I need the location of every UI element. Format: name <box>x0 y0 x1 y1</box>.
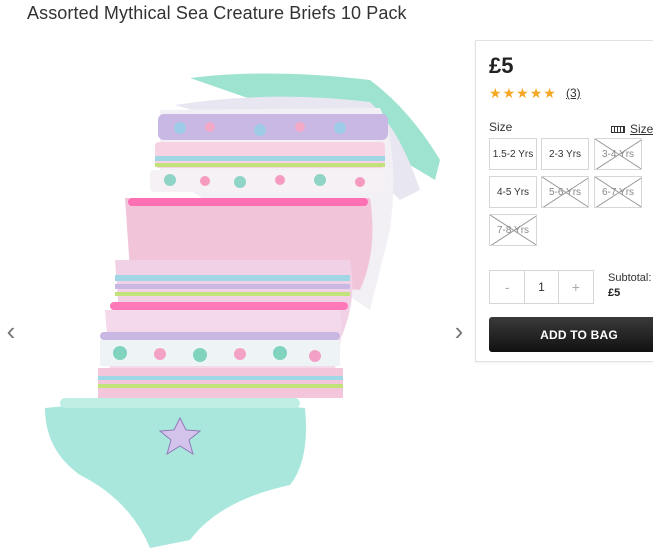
add-to-bag-button[interactable]: ADD TO BAG <box>489 317 653 352</box>
size-label: Size <box>489 120 513 134</box>
quantity-input[interactable]: 1 <box>524 271 559 303</box>
purchase-panel: £5 ★ ★ ★ ★ ★ (3) Size Size 1.5-2 Yrs 2-3… <box>475 40 653 362</box>
rating-stars: ★ ★ ★ ★ ★ <box>489 86 556 100</box>
increase-quantity-button[interactable]: + <box>559 271 593 303</box>
decrease-quantity-button[interactable]: - <box>490 271 524 303</box>
product-price: £5 <box>489 53 514 78</box>
size-option[interactable]: 1.5-2 Yrs <box>489 138 537 170</box>
product-title: Assorted Mythical Sea Creature Briefs 10… <box>27 3 407 23</box>
rating-count-link[interactable]: (3) <box>566 86 581 100</box>
subtotal-value: £5 <box>608 287 621 299</box>
chevron-left-icon[interactable]: ‹ <box>2 316 20 346</box>
size-option-unavailable: 6-7 Yrs <box>594 176 642 208</box>
size-guide-link[interactable]: Size <box>611 122 653 136</box>
product-image <box>45 73 440 548</box>
quantity-stepper: - 1 + <box>489 270 594 304</box>
size-option-unavailable: 7-8 Yrs <box>489 214 537 246</box>
subtotal-label: Subtotal: <box>608 272 652 284</box>
size-option[interactable]: 2-3 Yrs <box>541 138 589 170</box>
chevron-right-icon[interactable]: › <box>450 316 468 346</box>
star-icon: ★ <box>489 85 502 101</box>
ruler-icon <box>611 125 625 133</box>
star-icon: ★ <box>529 85 543 101</box>
star-icon: ★ <box>543 85 556 101</box>
star-icon: ★ <box>502 85 516 101</box>
size-option[interactable]: 4-5 Yrs <box>489 176 537 208</box>
size-option-unavailable: 3-4 Yrs <box>594 138 642 170</box>
product-gallery: ‹ › <box>0 40 475 548</box>
size-option-unavailable: 5-6 Yrs <box>541 176 589 208</box>
star-icon: ★ <box>516 85 529 101</box>
